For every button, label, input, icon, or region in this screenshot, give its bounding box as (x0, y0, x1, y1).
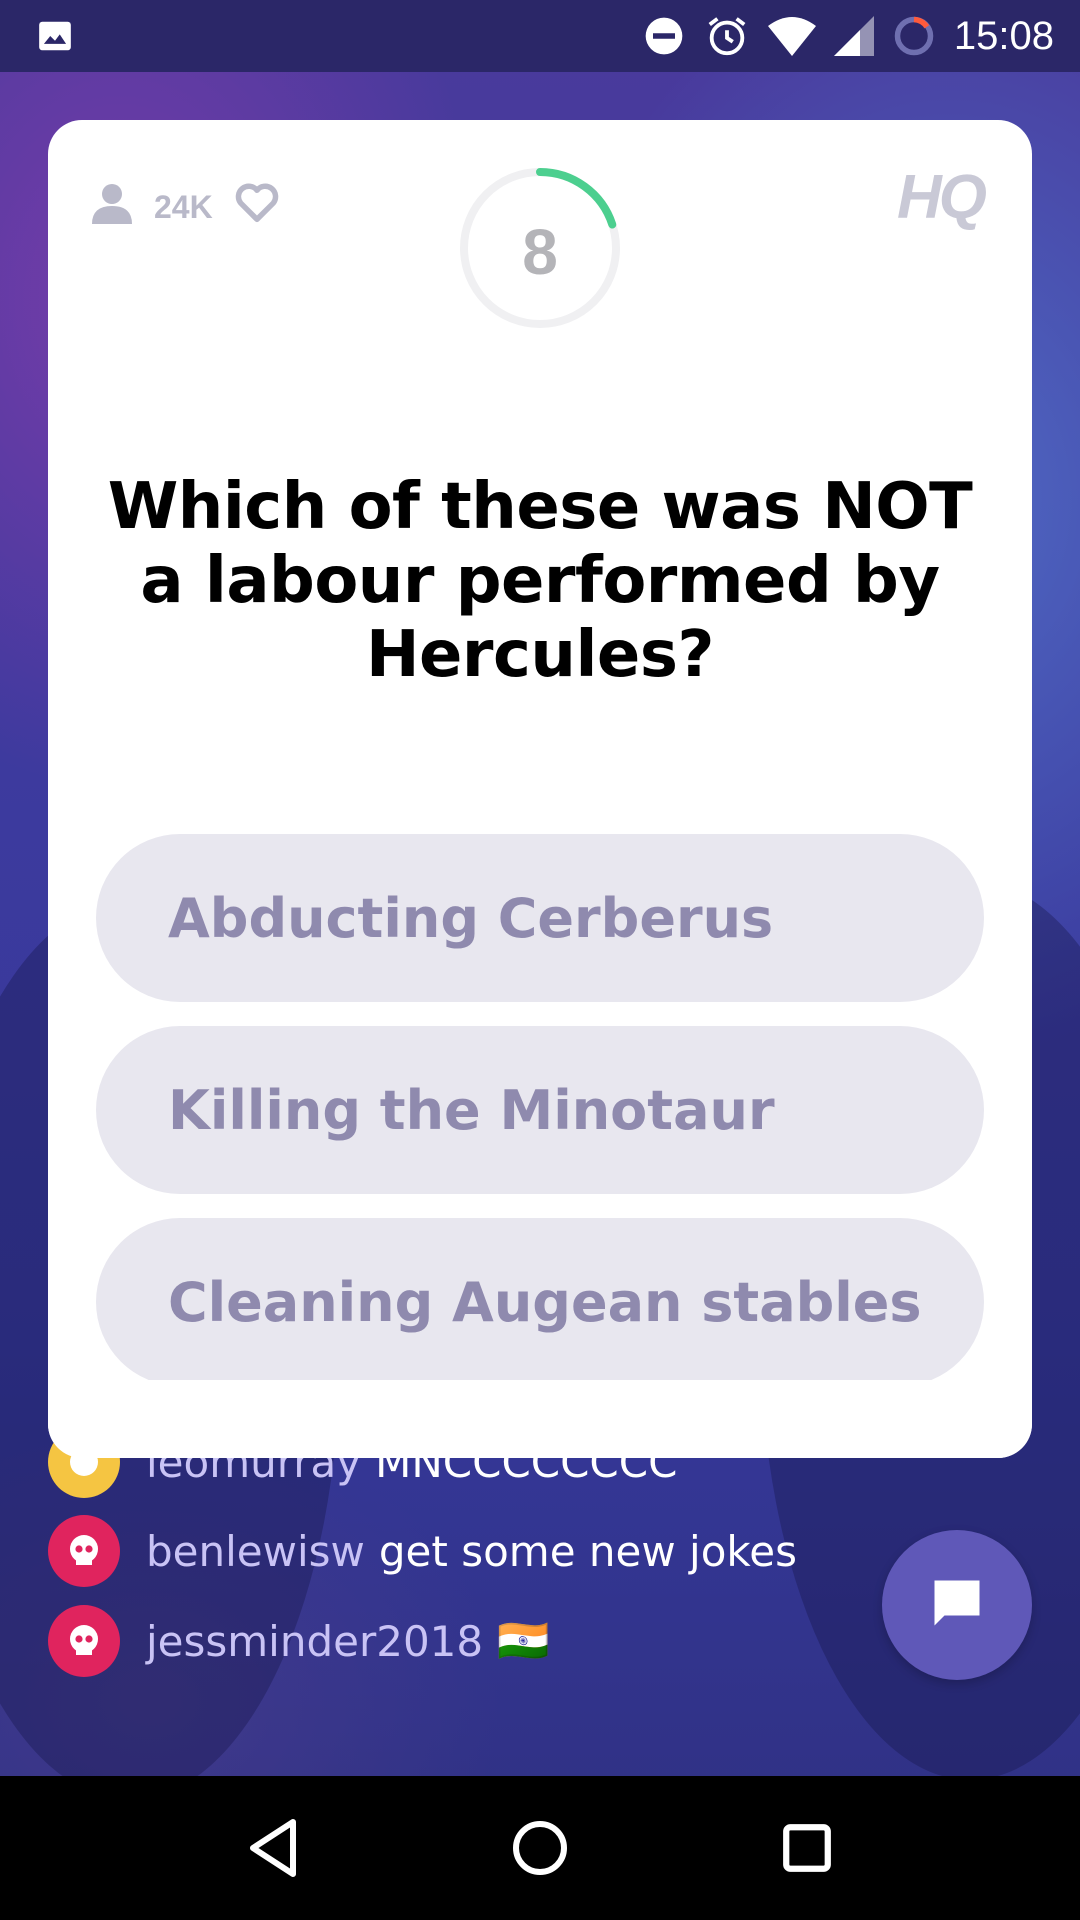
viewer-info: 24K (92, 182, 279, 232)
chat-message: jessminder2018 🇮🇳 (48, 1605, 549, 1677)
recents-button[interactable] (767, 1808, 847, 1888)
battery-icon (892, 14, 936, 58)
chat-message: benlewisw get some new jokes (48, 1515, 797, 1587)
avatar (48, 1605, 120, 1677)
wifi-icon (767, 16, 816, 56)
question-text: Which of these was NOT a labour performe… (107, 470, 973, 692)
chat-text: get some new jokes (378, 1526, 797, 1576)
answer-option-2[interactable]: Killing the Minotaur (96, 1026, 984, 1194)
question-card: 24K 8 HQ Which of these was NOT a labour… (48, 120, 1032, 1458)
chat-button[interactable] (882, 1530, 1032, 1680)
answer-option-1[interactable]: Abducting Cerberus (96, 834, 984, 1002)
card-bottom-edge (48, 1380, 1032, 1458)
navigation-bar (0, 1776, 1080, 1920)
avatar (48, 1515, 120, 1587)
heart-icon[interactable] (235, 183, 279, 231)
home-icon (512, 1821, 567, 1875)
back-icon (250, 1819, 297, 1877)
clock-time: 15:08 (953, 13, 1054, 58)
back-button[interactable] (233, 1808, 313, 1888)
alarm-icon (704, 13, 750, 59)
chat-username: jessminder2018 (146, 1616, 484, 1666)
recents-icon (782, 1824, 831, 1872)
chat-bubble-icon (927, 1573, 987, 1637)
chat-text: 🇮🇳 (497, 1616, 550, 1665)
viewer-count: 24K (154, 188, 213, 225)
countdown-timer: 8 (458, 166, 622, 330)
home-button[interactable] (500, 1808, 580, 1888)
hq-logo: HQ (897, 163, 987, 232)
image-icon (36, 17, 74, 55)
status-bar: 15:08 (0, 0, 1080, 72)
person-icon (92, 182, 132, 232)
answer-option-3[interactable]: Cleaning Augean stables (96, 1218, 984, 1386)
signal-icon (833, 16, 874, 56)
do-not-disturb-icon (642, 14, 686, 58)
timer-number: 8 (522, 216, 558, 288)
chat-username: benlewisw (146, 1526, 365, 1576)
